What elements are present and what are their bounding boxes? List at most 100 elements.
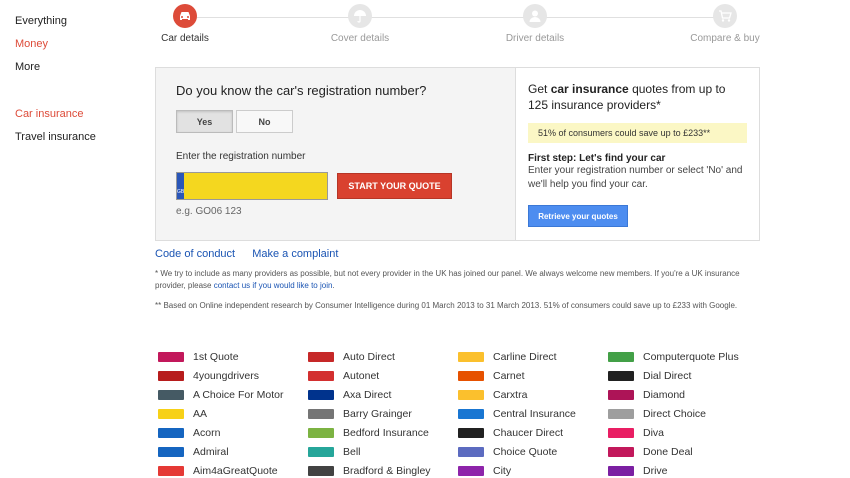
provider-item[interactable]: Carxtra: [458, 385, 608, 404]
provider-column: Computerquote Plus Dial Direct Diamond Dire…: [608, 347, 758, 478]
code-of-conduct-link[interactable]: Code of conduct: [155, 248, 235, 260]
provider-item[interactable]: Barry Grainger: [308, 404, 458, 423]
cart-icon: [713, 4, 737, 28]
provider-item[interactable]: AA: [158, 404, 308, 423]
provider-logo-icon: [308, 351, 334, 362]
step-compare-buy[interactable]: Compare & buy: [685, 4, 765, 44]
retrieve-quotes-button[interactable]: Retrieve your quotes: [528, 205, 628, 227]
yes-button[interactable]: Yes: [176, 110, 233, 133]
provider-name: Chaucer Direct: [493, 426, 564, 439]
provider-item[interactable]: Auto Direct: [308, 347, 458, 366]
provider-name: A Choice For Motor: [193, 388, 284, 401]
provider-name: Carnet: [493, 369, 525, 382]
step-label: Driver details: [505, 33, 565, 44]
provider-logo-icon: [158, 351, 184, 362]
provider-logo-icon: [458, 408, 484, 419]
start-quote-button[interactable]: START YOUR QUOTE: [337, 173, 452, 199]
provider-logo-icon: [308, 446, 334, 457]
sidebar-item-car-insurance[interactable]: Car insurance: [15, 103, 135, 126]
registration-row: GB START YOUR QUOTE: [176, 172, 495, 200]
provider-item[interactable]: Direct Choice: [608, 404, 758, 423]
provider-item[interactable]: City: [458, 461, 608, 478]
step-car-details[interactable]: Car details: [155, 4, 215, 44]
quote-panel: Do you know the car's registration numbe…: [155, 67, 760, 241]
provider-item[interactable]: Bedford Insurance: [308, 423, 458, 442]
provider-name: Auto Direct: [343, 350, 395, 363]
make-complaint-link[interactable]: Make a complaint: [252, 248, 338, 260]
promo-panel: Get car insurance quotes from up to 125 …: [516, 68, 759, 240]
provider-name: Aim4aGreatQuote: [193, 464, 278, 477]
contact-us-link[interactable]: contact us if you would like to join: [214, 281, 333, 290]
registration-question: Do you know the car's registration numbe…: [176, 83, 427, 98]
provider-item[interactable]: 4youngdrivers: [158, 366, 308, 385]
provider-item[interactable]: Diamond: [608, 385, 758, 404]
provider-name: Choice Quote: [493, 445, 558, 458]
registration-form: Do you know the car's registration numbe…: [156, 68, 516, 240]
provider-item[interactable]: Central Insurance: [458, 404, 608, 423]
savings-highlight: 51% of consumers could save up to £233**: [528, 123, 747, 143]
registration-plate: GB: [176, 172, 344, 200]
step-cover-details[interactable]: Cover details: [325, 4, 395, 44]
provider-logo-icon: [158, 389, 184, 400]
provider-logo-icon: [158, 370, 184, 381]
provider-item[interactable]: Computerquote Plus: [608, 347, 758, 366]
provider-item[interactable]: Aim4aGreatQuote: [158, 461, 308, 478]
sidebar-item-travel-insurance[interactable]: Travel insurance: [15, 126, 135, 149]
provider-name: Barry Grainger: [343, 407, 412, 420]
provider-logo-icon: [608, 446, 634, 457]
provider-logo-icon: [458, 370, 484, 381]
step-driver-details[interactable]: Driver details: [495, 4, 575, 44]
person-icon: [523, 4, 547, 28]
provider-logo-icon: [308, 408, 334, 419]
footnote-research: ** Based on Online independent research …: [155, 301, 738, 310]
provider-logo-icon: [608, 389, 634, 400]
provider-logo-icon: [158, 427, 184, 438]
provider-logo-icon: [308, 427, 334, 438]
step-label: Car details: [161, 33, 209, 44]
provider-item[interactable]: Carnet: [458, 366, 608, 385]
promo-title-pre: Get: [528, 82, 551, 96]
provider-item[interactable]: 1st Quote: [158, 347, 308, 366]
sidebar-item-more[interactable]: More: [15, 56, 135, 79]
sidebar-item-money[interactable]: Money: [15, 33, 135, 56]
provider-name: Diva: [643, 426, 665, 439]
provider-item[interactable]: Admiral: [158, 442, 308, 461]
sidebar-group-main: Everything Money More: [15, 10, 135, 79]
provider-item[interactable]: Dial Direct: [608, 366, 758, 385]
provider-list: 1st Quote 4youngdrivers A Choice For Motor…: [158, 347, 758, 478]
provider-logo-icon: [608, 370, 634, 381]
provider-item[interactable]: Drive: [608, 461, 758, 478]
provider-name: Bradford & Bingley: [343, 464, 431, 477]
first-step-heading: First step: Let's find your car: [528, 153, 666, 164]
provider-name: Carxtra: [493, 388, 528, 401]
provider-item[interactable]: Bradford & Bingley: [308, 461, 458, 478]
provider-item[interactable]: Choice Quote: [458, 442, 608, 461]
provider-item[interactable]: Acorn: [158, 423, 308, 442]
provider-logo-icon: [308, 389, 334, 400]
provider-item[interactable]: A Choice For Motor: [158, 385, 308, 404]
provider-item[interactable]: Done Deal: [608, 442, 758, 461]
provider-logo-icon: [458, 389, 484, 400]
provider-name: Axa Direct: [343, 388, 392, 401]
registration-input[interactable]: [184, 173, 344, 199]
provider-name: 1st Quote: [193, 350, 239, 363]
provider-item[interactable]: Autonet: [308, 366, 458, 385]
provider-name: Carline Direct: [493, 350, 557, 363]
provider-item[interactable]: Carline Direct: [458, 347, 608, 366]
provider-name: Central Insurance: [493, 407, 576, 420]
sidebar-item-everything[interactable]: Everything: [15, 10, 135, 33]
provider-item[interactable]: Chaucer Direct: [458, 423, 608, 442]
provider-item[interactable]: Diva: [608, 423, 758, 442]
provider-item[interactable]: Bell: [308, 442, 458, 461]
provider-name: City: [493, 464, 512, 477]
provider-logo-icon: [158, 465, 184, 476]
provider-item[interactable]: Axa Direct: [308, 385, 458, 404]
registration-label: Enter the registration number: [176, 151, 306, 162]
provider-column: Carline Direct Carnet Carxtra Central Insur…: [458, 347, 608, 478]
stepper-line: [195, 17, 720, 18]
provider-name: Computerquote Plus: [643, 350, 739, 363]
no-button[interactable]: No: [236, 110, 293, 133]
provider-name: Autonet: [343, 369, 380, 382]
yes-no-toggle: Yes No: [176, 110, 495, 133]
provider-name: AA: [193, 407, 208, 420]
